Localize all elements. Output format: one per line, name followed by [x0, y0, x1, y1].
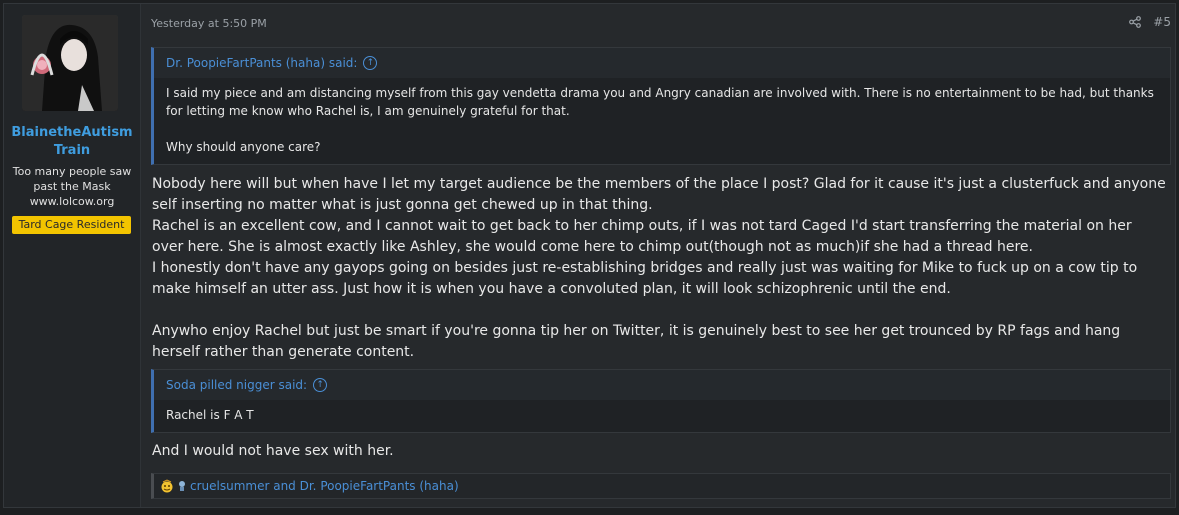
- quote-author[interactable]: Soda pilled nigger said:: [166, 370, 307, 400]
- message-line: Anywho enjoy Rachel but just be smart if…: [152, 323, 1121, 360]
- quote-block: Soda pilled nigger said: ↑ Rachel is F A…: [151, 369, 1171, 433]
- post-timestamp[interactable]: Yesterday at 5:50 PM: [151, 17, 267, 30]
- quote-paragraph: Rachel is F A T: [166, 408, 254, 422]
- quote-author[interactable]: Dr. PoopieFartPants (haha) said:: [166, 48, 357, 78]
- share-icon[interactable]: [1129, 16, 1142, 28]
- reaction-small-icon: [177, 479, 187, 493]
- post-message: And I would not have sex with her.: [152, 441, 1167, 462]
- post-container: BlainetheAutism Train Too many people sa…: [3, 3, 1176, 508]
- post-message: Nobody here will but when have I let my …: [152, 174, 1167, 363]
- user-banner-badge: Tard Cage Resident: [12, 216, 131, 234]
- post-number-link[interactable]: #5: [1153, 15, 1171, 29]
- user-title-line: Too many people saw: [12, 165, 132, 178]
- message-line: I honestly don't have any gayops going o…: [152, 260, 1138, 297]
- quote-paragraph: I said my piece and am distancing myself…: [166, 86, 1154, 118]
- user-title: Too many people saw past the Mask www.lo…: [8, 164, 136, 209]
- post-actions: #5: [1129, 15, 1171, 29]
- user-info: BlainetheAutism Train Too many people sa…: [4, 4, 141, 507]
- quote-header[interactable]: Soda pilled nigger said: ↑: [154, 370, 1170, 400]
- reaction-autism-icon: [160, 479, 174, 493]
- post-main: Yesterday at 5:50 PM #5 Dr. PoopieFartPa…: [151, 4, 1171, 507]
- quote-content: Rachel is F A T: [154, 400, 1170, 432]
- arrow-up-icon[interactable]: ↑: [363, 56, 378, 70]
- user-title-line: www.lolcow.org: [29, 195, 115, 208]
- message-line: Rachel is an excellent cow, and I cannot…: [152, 218, 1132, 255]
- reactions-bar[interactable]: cruelsummer and Dr. PoopieFartPants (hah…: [151, 473, 1171, 499]
- quote-content: I said my piece and am distancing myself…: [154, 78, 1170, 164]
- arrow-up-icon[interactable]: ↑: [313, 378, 328, 392]
- message-line: Nobody here will but when have I let my …: [152, 176, 1166, 213]
- reactions-users[interactable]: cruelsummer and Dr. PoopieFartPants (hah…: [190, 479, 459, 493]
- quote-header[interactable]: Dr. PoopieFartPants (haha) said: ↑: [154, 48, 1170, 78]
- username-link[interactable]: BlainetheAutism Train: [8, 124, 136, 160]
- user-title-line: past the Mask: [33, 180, 111, 193]
- avatar[interactable]: [22, 15, 118, 111]
- message-line: And I would not have sex with her.: [152, 443, 394, 459]
- quote-paragraph: Why should anyone care?: [166, 140, 321, 154]
- quote-block: Dr. PoopieFartPants (haha) said: ↑ I sai…: [151, 47, 1171, 165]
